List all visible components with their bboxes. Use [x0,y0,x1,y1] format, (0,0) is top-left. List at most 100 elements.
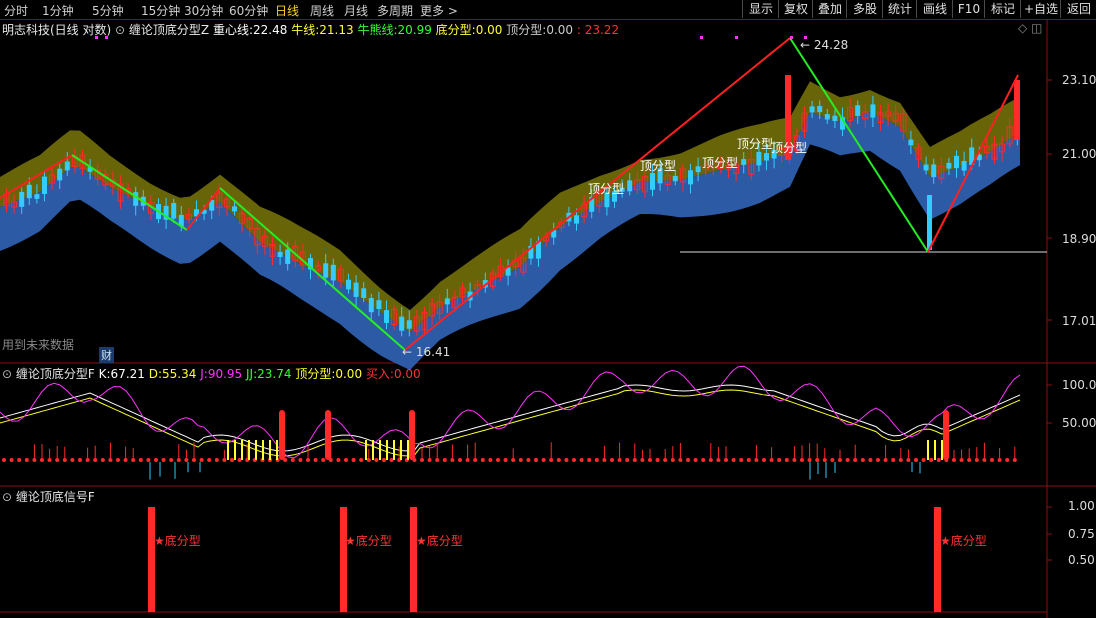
kdj-base-dot [146,458,151,462]
kdj-base-dot [518,458,523,462]
candle-body [954,155,959,169]
kdj-base-dot [845,458,850,462]
kdj-base-dot [2,458,6,462]
signal-bar [148,507,155,612]
kdj-base-dot [298,458,303,462]
candle-body [927,195,932,250]
candle-body [406,320,412,329]
price-tick-label: 21.00 [1062,147,1096,161]
extra-value: : 23.22 [576,23,620,37]
candle-body [923,164,929,171]
kdj-base-dot [534,458,538,462]
kdj-base-dot [914,458,918,462]
kdj-base-dot [359,458,364,462]
kdj-base-dot [526,458,531,462]
kdj-base-dot [564,458,569,462]
window-controls[interactable]: ◇ ◫ [1018,21,1042,35]
center-line-value: 22.48 [253,23,288,37]
kdj-base-dot [442,458,447,462]
kdj-base-dot [693,458,698,462]
bottom-fractal-signal-label: ★底分型 [416,534,463,548]
signal-tick-label: 0.75 [1068,527,1095,541]
kdj-base-dot [556,458,561,462]
candle-body [232,206,237,212]
kdj-base-dot [739,458,744,462]
candle-body [688,170,693,185]
candle-body [399,316,405,331]
kdj-base-dot [762,458,766,462]
kdj-top-value: 0.00 [335,367,363,381]
signal-tick-label: 1.00 [1068,499,1095,513]
candle-body [285,249,291,264]
collapse-icon[interactable]: ⊙ [115,23,125,37]
signal-panel [148,507,941,612]
candle-body [57,168,63,181]
stock-title: 明志科技(日线 对数) [2,23,112,37]
kdj-base-dot [290,458,295,462]
candle-body [64,161,70,171]
kdj-base-dot [572,458,576,462]
price-tick-label: 23.10 [1062,73,1096,87]
bottom-fractal-value: 0.00 [475,23,503,37]
candle-body [346,279,351,290]
main-indicator-name[interactable]: 缠论顶底分型Z [129,23,209,37]
collapse-icon[interactable]: ⊙ [2,490,12,504]
kdj-panel [0,365,1021,480]
price-tick-label: 18.90 [1062,232,1096,246]
top-fractal-label: 顶分型 [771,141,808,155]
candle-body [832,115,838,122]
candle-body [368,298,374,313]
kdj-base-dot [169,458,174,462]
kdj-base-dot [686,458,690,462]
kdj-base-dot [777,458,782,462]
kdj-base-dot [24,458,29,462]
candle-body [946,162,952,169]
kdj-base-dot [731,458,736,462]
candle-body [908,139,914,146]
kdj-base-dot [655,458,660,462]
candle-body [574,215,579,224]
candle-body [809,106,815,113]
candle-body [672,175,678,182]
kdj-base-dot [503,458,508,462]
high-price-label: ← 24.28 [800,38,849,52]
kdj-k-line [0,384,1021,452]
kdj-base-dot [321,458,326,462]
candle-body [42,176,47,194]
kdj-base-dot [313,458,318,462]
candle-body [741,159,747,165]
kdj-base-dot [344,458,348,462]
kdj-base-dot [480,458,485,462]
candle-body [34,194,40,199]
chart-canvas[interactable] [0,0,1096,618]
candle-body [353,282,359,297]
collapse-icon[interactable]: ⊙ [2,367,12,381]
kdj-base-dot [594,458,599,462]
bottom-fractal-signal-label: ★底分型 [940,534,987,548]
kdj-base-dot [784,458,789,462]
kdj-indicator-name[interactable]: 缠论顶底分型F [16,367,95,381]
kdj-signal-bar [279,410,285,460]
kdj-base-dot [199,458,204,462]
kdj-base-dot [70,458,75,462]
kdj-base-dot [116,458,120,462]
kdj-base-dot [496,458,500,462]
signal-bar [934,507,941,612]
kdj-base-dot [488,458,493,462]
top-fractal-label: 顶分型 [702,156,739,170]
kdj-base-dot [1005,458,1010,462]
signal-indicator-name[interactable]: 缠论顶底信号F [16,490,95,504]
kdj-base-dot [746,458,751,462]
finance-marker[interactable]: 财 [99,347,114,363]
candle-body [756,151,762,166]
signal-bar [410,507,417,612]
kdj-base-dot [990,458,994,462]
kdj-indicator-header: ⊙ 缠论顶底分型F K:67.21 D:55.34 J:90.95 JJ:23.… [2,367,421,381]
top-fractal-label: 顶分型 [737,137,774,151]
kdj-base-dot [868,458,873,462]
buy-value: 0.00 [393,367,421,381]
kdj-base-dot [214,458,219,462]
kdj-base-dot [207,458,212,462]
kdj-base-dot [625,458,630,462]
bear-line-value: 20.99 [397,23,432,37]
